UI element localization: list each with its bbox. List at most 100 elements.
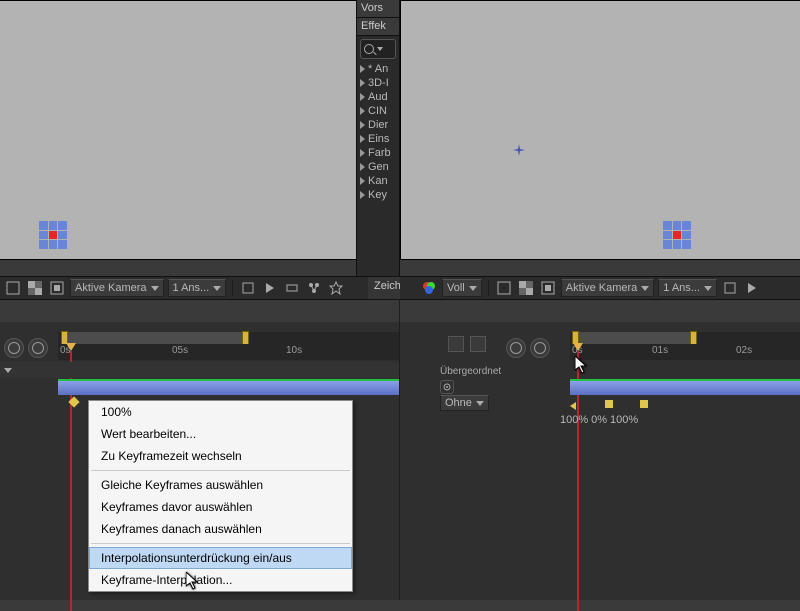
composition-preview-right[interactable] [400,0,800,260]
effects-category[interactable]: Key [357,188,399,202]
views-dropdown[interactable]: 1 Ans... [168,279,227,297]
preview-toolbar-left: Aktive Kamera 1 Ans... [0,276,399,300]
checkerboard-icon[interactable] [26,279,44,297]
mask-icon[interactable] [539,279,557,297]
preview-toolbar-right: Voll Aktive Kamera 1 Ans... [400,276,800,300]
keyframe-value-labels: 100% 0% 100% [560,414,638,426]
effects-category[interactable]: CIN [357,104,399,118]
camera-dropdown[interactable]: Aktive Kamera [70,279,164,297]
panel-tab-effects[interactable]: Effek [357,18,399,36]
menu-item-edit-value[interactable]: Wert bearbeiten... [89,423,352,445]
menu-item-select-previous-keyframes[interactable]: Keyframes davor auswählen [89,496,352,518]
draft3d-toggle-icon[interactable] [530,338,550,358]
keyframe-context-menu: 100% Wert bearbeiten... Zu Keyframezeit … [88,400,353,592]
menu-item-100pct[interactable]: 100% [89,401,352,423]
work-area-bar[interactable] [58,332,399,344]
effects-search-input[interactable] [360,39,396,59]
motion-blur-icon[interactable] [470,336,486,352]
fast-preview-icon[interactable] [261,279,279,297]
views-dropdown-label: 1 Ans... [173,282,210,294]
work-area-bar[interactable] [570,332,800,344]
mouse-cursor-icon [575,356,589,377]
triangle-right-icon [360,149,365,157]
menu-item-goto-keyframe-time[interactable]: Zu Keyframezeit wechseln [89,445,352,467]
menu-separator [91,470,350,471]
timeline-panel-right[interactable]: 0s 01s 02s Übergeordnet Ohne 100% 0% 100… [400,322,800,600]
layer-duration-bar[interactable] [58,379,399,395]
panel-tab-preview[interactable]: Vors [357,0,399,18]
mask-icon[interactable] [48,279,66,297]
frame-blend-icon[interactable] [448,336,464,352]
composition-preview-left[interactable] [0,0,399,260]
triangle-right-icon [360,65,365,73]
hold-keyframe-icon[interactable] [640,400,648,408]
parent-row: Ohne [440,380,489,411]
layer-handle-grid[interactable] [39,221,67,249]
menu-item-keyframe-interpolation[interactable]: Keyframe-Interpolation... [89,569,352,591]
hold-keyframe-in-icon[interactable] [570,402,576,410]
effects-panel: Vors Effek * An 3D-I Aud CIN Dier Eins F… [356,0,400,276]
time-tick-label: 10s [286,345,302,356]
flowchart-icon[interactable] [305,279,323,297]
resolution-icon[interactable] [495,279,513,297]
camera-dropdown-label: Aktive Kamera [75,282,147,294]
pixel-aspect-icon[interactable] [721,279,739,297]
shy-toggle-icon[interactable] [4,338,24,358]
triangle-right-icon [360,191,365,199]
anchor-point-icon [513,144,525,156]
effects-category[interactable]: Gen [357,160,399,174]
resolution-icon[interactable] [4,279,22,297]
chevron-down-icon [151,286,159,291]
playhead[interactable] [66,343,76,359]
parent-dropdown[interactable]: Ohne [440,395,489,411]
work-area-end-handle[interactable] [690,331,697,345]
chevron-down-icon[interactable] [4,368,12,373]
chevron-down-icon [641,286,649,291]
triangle-right-icon [360,121,365,129]
layer-duration-bar[interactable] [570,379,800,395]
time-ruler[interactable]: 0s 01s 02s [570,344,800,360]
mouse-cursor-icon [186,572,200,593]
chevron-down-icon [213,286,221,291]
effects-category[interactable]: Dier [357,118,399,132]
work-area-end-handle[interactable] [242,331,249,345]
menu-item-select-equal-keyframes[interactable]: Gleiche Keyframes auswählen [89,474,352,496]
checkerboard-icon[interactable] [517,279,535,297]
triangle-right-icon [360,135,365,143]
fast-preview-icon[interactable] [743,279,761,297]
effects-category[interactable]: Farb [357,146,399,160]
menu-item-toggle-hold-keyframe[interactable]: Interpolationsunterdrückung ein/aus [89,547,352,569]
effects-category[interactable]: 3D-I [357,76,399,90]
triangle-right-icon [360,163,365,171]
chevron-down-icon [469,286,477,291]
effects-category[interactable]: Eins [357,132,399,146]
menu-separator [91,543,350,544]
chevron-down-icon [377,47,383,51]
chevron-down-icon [704,286,712,291]
reset-exposure-icon[interactable] [327,279,345,297]
chevron-down-icon [476,401,484,406]
effects-category[interactable]: Aud [357,90,399,104]
search-icon [364,44,374,54]
triangle-right-icon [360,107,365,115]
time-tick-label: 01s [652,345,668,356]
timeline-icon[interactable] [283,279,301,297]
timeline-toggle-buttons [448,336,486,352]
color-channels-icon[interactable] [420,279,438,297]
views-dropdown[interactable]: 1 Ans... [658,279,717,297]
pickwhip-icon[interactable] [440,380,454,394]
resolution-dropdown[interactable]: Voll [442,279,482,297]
time-ruler[interactable]: 0s 05s 10s [58,344,399,360]
layer-handle-grid[interactable] [663,221,691,249]
draft3d-toggle-icon[interactable] [28,338,48,358]
parent-column-label: Übergeordnet [440,366,501,377]
shy-toggle-icon[interactable] [506,338,526,358]
time-tick-label: 05s [172,345,188,356]
effects-category[interactable]: Kan [357,174,399,188]
effects-category[interactable]: * An [357,62,399,76]
menu-item-select-following-keyframes[interactable]: Keyframes danach auswählen [89,518,352,540]
camera-dropdown[interactable]: Aktive Kamera [561,279,655,297]
pixel-aspect-icon[interactable] [239,279,257,297]
triangle-right-icon [360,79,365,87]
hold-keyframe-icon[interactable] [605,400,613,408]
